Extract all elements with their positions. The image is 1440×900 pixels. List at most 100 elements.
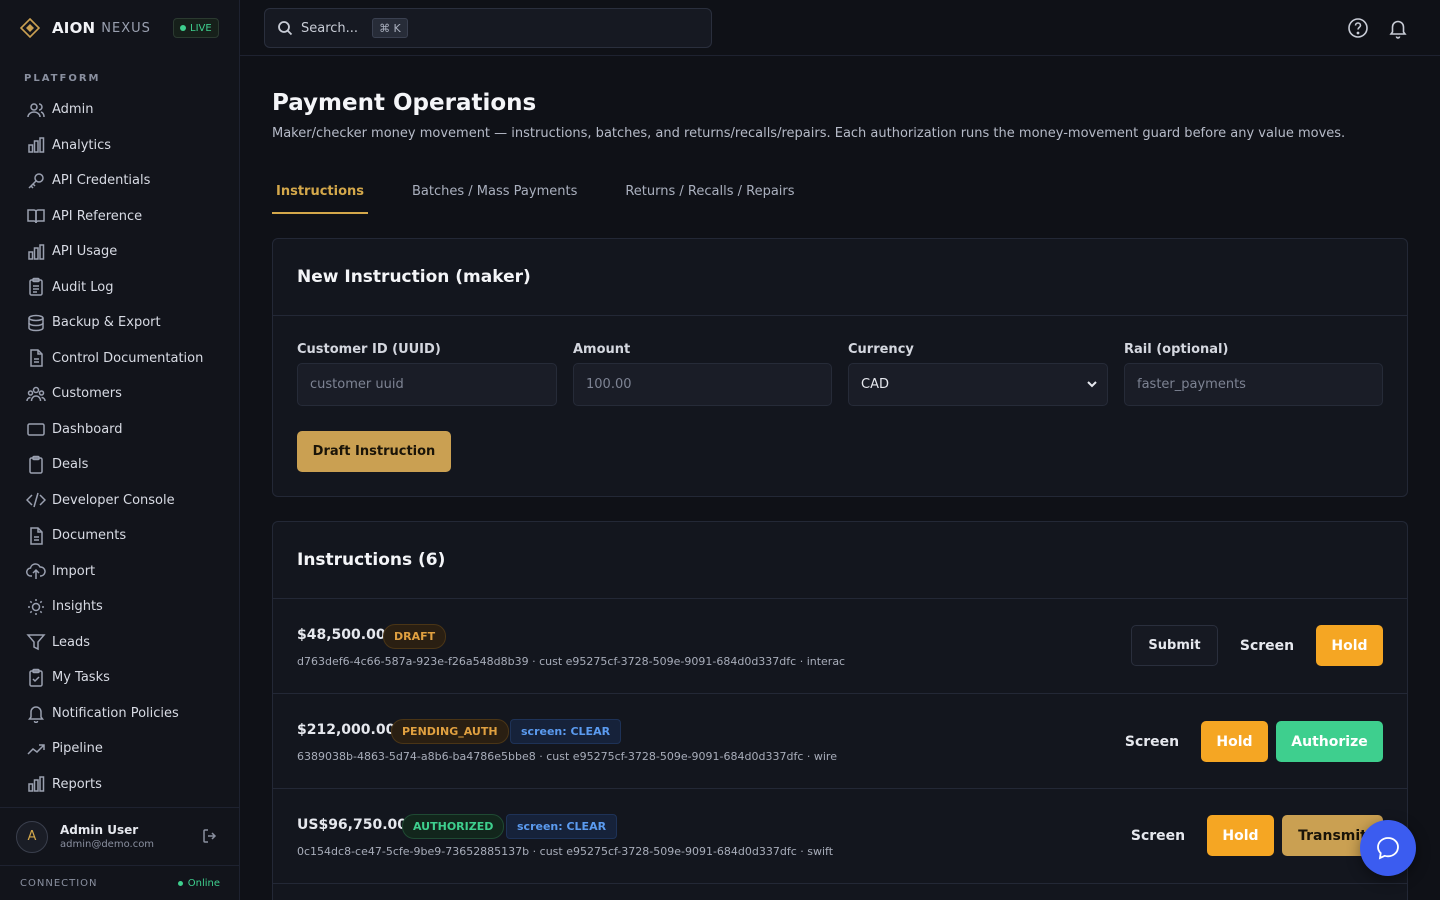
customer-id-input[interactable]	[297, 363, 557, 406]
chat-button[interactable]	[1360, 820, 1416, 876]
amount-input[interactable]	[573, 363, 832, 406]
brand-sub: NEXUS	[101, 20, 151, 36]
currency-select[interactable]: CAD	[848, 363, 1108, 406]
authorize-button[interactable]: Authorize	[1276, 721, 1383, 762]
sidebar-item-admin[interactable]: Admin	[0, 92, 240, 128]
screen-button[interactable]: Screen	[1113, 721, 1191, 762]
connection-state-label: Online	[187, 877, 220, 889]
instruction-meta: 0c154dc8-ce47-5cfe-9be9-73652885137b · c…	[297, 845, 834, 858]
topbar: Search... ⌘ K	[240, 0, 1440, 56]
live-badge: LIVE	[173, 18, 219, 38]
instruction-row: US$96,750.00 AUTHORIZED screen: CLEAR 0c…	[273, 789, 1407, 884]
notifications-button[interactable]	[1387, 17, 1409, 39]
sidebar-item-my-tasks[interactable]: My Tasks	[0, 660, 240, 696]
book-icon	[27, 209, 45, 224]
sidebar-item-label: Documents	[52, 528, 127, 544]
screen-badge: screen: CLEAR	[510, 719, 622, 744]
sidebar-item-developer-console[interactable]: Developer Console	[0, 483, 240, 519]
sidebar-item-label: Deals	[52, 457, 89, 473]
sidebar-item-leads[interactable]: Leads	[0, 625, 240, 661]
new-instruction-card: New Instruction (maker) Customer ID (UUI…	[272, 238, 1408, 497]
sidebar-item-label: Audit Log	[52, 279, 114, 295]
sidebar-nav: Admin Analytics API Credentials API Refe…	[0, 92, 240, 802]
sidebar-item-audit-log[interactable]: Audit Log	[0, 270, 240, 306]
sidebar-item-control-documentation[interactable]: Control Documentation	[0, 341, 240, 377]
sidebar-item-notification-policies[interactable]: Notification Policies	[0, 696, 240, 732]
screen-button[interactable]: Screen	[1228, 625, 1306, 666]
hold-button[interactable]: Hold	[1201, 721, 1268, 762]
sidebar-item-label: Reports	[52, 776, 102, 792]
help-button[interactable]	[1347, 17, 1369, 39]
connection-status: CONNECTION Online	[0, 865, 240, 900]
sidebar-item-reports[interactable]: Reports	[0, 767, 240, 803]
trending-icon	[27, 744, 45, 755]
tab-returns[interactable]: Returns / Recalls / Repairs	[621, 184, 798, 214]
bar-chart-icon	[28, 137, 45, 153]
tab-bar: Instructions Batches / Mass Payments Ret…	[272, 184, 839, 214]
search-placeholder: Search...	[301, 20, 359, 36]
sidebar-item-label: Leads	[52, 634, 91, 650]
rail-input[interactable]	[1124, 363, 1383, 406]
tab-instructions[interactable]: Instructions	[272, 184, 369, 214]
instruction-row: $48,500.00 DRAFT d763def6-4c66-587a-923e…	[273, 599, 1407, 694]
card-header: Instructions (6)	[273, 522, 1407, 599]
avatar[interactable]: A	[16, 820, 48, 853]
sidebar-item-label: Customers	[52, 386, 122, 402]
live-label: LIVE	[190, 22, 212, 34]
sidebar-item-label: My Tasks	[52, 670, 110, 686]
instruction-amount: US$96,750.00	[297, 817, 408, 833]
sidebar-item-customers[interactable]: Customers	[0, 376, 240, 412]
sidebar-item-label: Developer Console	[52, 492, 175, 508]
clipboard-icon	[29, 278, 43, 296]
instruction-amount: $212,000.00	[297, 722, 396, 738]
amount-field: Amount	[573, 342, 832, 406]
cloud-upload-icon	[26, 563, 46, 580]
clipboard-check-icon	[29, 668, 43, 687]
draft-instruction-button[interactable]: Draft Instruction	[297, 431, 451, 472]
sidebar-item-label: Notification Policies	[52, 705, 179, 721]
bar-chart-icon	[28, 244, 45, 260]
screen-button[interactable]: Screen	[1119, 815, 1197, 856]
sidebar-item-label: Control Documentation	[52, 350, 204, 366]
funnel-icon	[26, 634, 46, 651]
page-title: Payment Operations	[272, 90, 537, 116]
instruction-meta: d763def6-4c66-587a-923e-f26a548d8b39 · c…	[297, 655, 846, 668]
status-badge: DRAFT	[383, 624, 447, 649]
sidebar-item-pipeline[interactable]: Pipeline	[0, 731, 240, 767]
sidebar-item-insights[interactable]: Insights	[0, 589, 240, 625]
page-subtitle: Maker/checker money movement — instructi…	[272, 126, 1346, 141]
sidebar: AION NEXUS LIVE PLATFORM Admin Analytics…	[0, 0, 240, 900]
hold-button[interactable]: Hold	[1207, 815, 1274, 856]
clipboard-icon	[29, 455, 43, 474]
file-icon	[30, 527, 43, 545]
new-instruction-form: Customer ID (UUID) Amount Currency CAD R…	[273, 316, 1407, 497]
instruction-amount: $48,500.00	[297, 627, 386, 643]
bell-icon	[28, 706, 44, 724]
sidebar-item-backup-export[interactable]: Backup & Export	[0, 305, 240, 341]
lightbulb-icon	[28, 598, 44, 615]
chat-bubble-icon	[1377, 837, 1399, 860]
submit-button[interactable]: Submit	[1131, 625, 1218, 666]
logout-button[interactable]	[202, 828, 218, 844]
sidebar-item-analytics[interactable]: Analytics	[0, 128, 240, 164]
user-panel: A Admin User admin@demo.com	[0, 807, 240, 865]
hold-button[interactable]: Hold	[1316, 625, 1383, 666]
currency-field: Currency CAD	[848, 342, 1108, 406]
live-dot-icon	[180, 25, 186, 31]
sidebar-item-api-credentials[interactable]: API Credentials	[0, 163, 240, 199]
search-input[interactable]: Search... ⌘ K	[264, 8, 712, 48]
sidebar-item-import[interactable]: Import	[0, 554, 240, 590]
sidebar-item-dashboard[interactable]: Dashboard	[0, 412, 240, 448]
tab-batches[interactable]: Batches / Mass Payments	[408, 184, 581, 214]
logout-icon	[203, 829, 217, 843]
sidebar-item-api-usage[interactable]: API Usage	[0, 234, 240, 270]
sidebar-item-label: API Usage	[52, 244, 118, 260]
sidebar-item-deals[interactable]: Deals	[0, 447, 240, 483]
code-icon	[26, 493, 46, 508]
sidebar-item-api-reference[interactable]: API Reference	[0, 199, 240, 235]
sidebar-item-documents[interactable]: Documents	[0, 518, 240, 554]
customer-id-field: Customer ID (UUID)	[297, 342, 557, 406]
brand[interactable]: AION NEXUS	[20, 16, 151, 40]
connection-state: Online	[177, 877, 220, 889]
currency-label: Currency	[848, 342, 914, 357]
